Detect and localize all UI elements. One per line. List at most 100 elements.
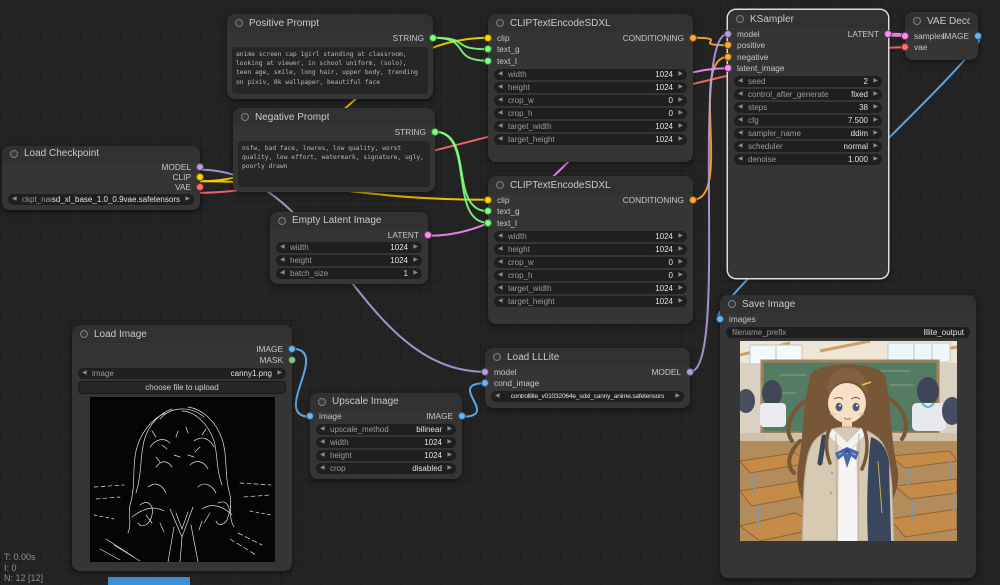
load_image-node[interactable]: Load Image IMAGE MASK ◀ image canny1.png ▶ choo… (72, 325, 296, 571)
cond_image-port[interactable] (481, 379, 489, 388)
node-graph-canvas[interactable]: Load CheckpointMODELCLIPVAE◀ckpt_namesd_… (0, 0, 1000, 585)
widget-decrement-icon[interactable]: ◀ (498, 108, 506, 119)
MODEL-port[interactable] (196, 162, 204, 171)
cfg-widget[interactable]: ◀ cfg 7.500 ▶ (734, 115, 882, 126)
denoise-widget[interactable]: ◀ denoise 1.000 ▶ (734, 154, 882, 165)
widget-decrement-icon[interactable]: ◀ (738, 102, 746, 113)
widget-increment-icon[interactable]: ▶ (675, 270, 683, 281)
target_width-widget[interactable]: ◀ target_width 1024 ▶ (494, 282, 687, 294)
widget-decrement-icon[interactable]: ◀ (498, 296, 506, 307)
upscale-node[interactable]: Upscale Image image IMAGE ◀ upscale_method bi… (306, 393, 466, 479)
height-widget[interactable]: ◀ height 1024 ▶ (316, 450, 456, 461)
collapse-dot-icon[interactable] (493, 353, 501, 361)
text_l-port[interactable] (484, 218, 492, 227)
clip_encode_2-node[interactable]: CLIPTextEncodeSDXL clip CONDITIONING text_g… (484, 176, 697, 324)
image-port[interactable] (306, 412, 314, 421)
empty_latent-node[interactable]: Empty Latent Image LATENT ◀ width 1024 ▶ ◀ heig… (270, 212, 432, 284)
positive-port[interactable] (724, 41, 732, 50)
height-widget[interactable]: ◀ height 1024 ▶ (276, 255, 422, 266)
widget-decrement-icon[interactable]: ◀ (498, 121, 506, 132)
widget-decrement-icon[interactable]: ◀ (498, 82, 506, 93)
widget-decrement-icon[interactable]: ◀ (320, 437, 328, 448)
widget-decrement-icon[interactable]: ◀ (738, 154, 746, 165)
MODEL-port[interactable] (686, 367, 694, 376)
control_after_generate-widget[interactable]: ◀ control_after_generate fixed ▶ (734, 89, 882, 100)
STRING-port[interactable] (431, 127, 439, 136)
model-port[interactable] (481, 367, 489, 376)
widget-increment-icon[interactable]: ▶ (675, 69, 683, 80)
widget-decrement-icon[interactable]: ◀ (738, 115, 746, 126)
widget-increment-icon[interactable]: ▶ (410, 255, 418, 266)
widget-increment-icon[interactable]: ▶ (675, 257, 683, 268)
widget-increment-icon[interactable]: ▶ (672, 391, 680, 402)
target_width-widget[interactable]: ◀ target_width 1024 ▶ (494, 120, 687, 132)
CONDITIONING-port[interactable] (689, 33, 697, 42)
collapse-dot-icon[interactable] (496, 181, 504, 189)
height-widget[interactable]: ◀ height 1024 ▶ (494, 81, 687, 93)
upload-button[interactable]: choose file to upload (78, 381, 286, 394)
widget-decrement-icon[interactable]: ◀ (498, 257, 506, 268)
negative-port[interactable] (724, 52, 732, 61)
widget-increment-icon[interactable]: ▶ (274, 368, 282, 379)
STRING-port[interactable] (429, 33, 437, 42)
collapse-dot-icon[interactable] (913, 17, 921, 25)
collapse-dot-icon[interactable] (235, 19, 243, 27)
collapse-dot-icon[interactable] (278, 216, 286, 225)
widget-increment-icon[interactable]: ▶ (870, 115, 878, 126)
widget-decrement-icon[interactable]: ◀ (738, 89, 746, 100)
crop_h-widget[interactable]: ◀ crop_h 0 ▶ (494, 269, 687, 281)
collapse-dot-icon[interactable] (496, 19, 504, 27)
widget-decrement-icon[interactable]: ◀ (82, 368, 90, 379)
latent_image-port[interactable] (724, 64, 732, 73)
IMAGE-port[interactable] (288, 344, 296, 353)
collapse-dot-icon[interactable] (736, 15, 744, 23)
crop-widget[interactable]: ◀ crop disabled ▶ (316, 463, 456, 474)
widget-increment-icon[interactable]: ▶ (444, 463, 452, 474)
sampler_name-widget[interactable]: ◀ sampler_name ddim ▶ (734, 128, 882, 139)
widget-decrement-icon[interactable]: ◀ (498, 231, 506, 242)
negative_prompt-node[interactable]: Negative Prompt STRING nsfw, bad face, low… (233, 108, 439, 192)
lllite-node[interactable]: Load LLLite model MODEL cond_image ◀ controll… (481, 348, 694, 408)
crop_h-widget[interactable]: ◀ crop_h 0 ▶ (494, 107, 687, 119)
widget-decrement-icon[interactable]: ◀ (280, 242, 288, 253)
image-widget[interactable]: ◀ image canny1.png ▶ (78, 368, 286, 379)
width-widget[interactable]: ◀ width 1024 ▶ (276, 242, 422, 253)
widget-decrement-icon[interactable]: ◀ (498, 244, 506, 255)
widget-increment-icon[interactable]: ▶ (870, 128, 878, 139)
widget-increment-icon[interactable]: ▶ (410, 268, 418, 279)
crop_w-widget[interactable]: ◀ crop_w 0 ▶ (494, 256, 687, 268)
IMAGE-port[interactable] (458, 412, 466, 421)
images-port[interactable] (716, 314, 724, 323)
width-widget[interactable]: ◀ width 1024 ▶ (494, 68, 687, 80)
widget-decrement-icon[interactable]: ◀ (498, 95, 506, 106)
widget-increment-icon[interactable]: ▶ (870, 89, 878, 100)
widget-increment-icon[interactable]: ▶ (675, 231, 683, 242)
widget-increment-icon[interactable]: ▶ (675, 283, 683, 294)
widget-increment-icon[interactable]: ▶ (675, 244, 683, 255)
target_height-widget[interactable]: ◀ target_height 1024 ▶ (494, 133, 687, 145)
LATENT-port[interactable] (424, 230, 432, 239)
widget-decrement-icon[interactable]: ◀ (738, 128, 746, 139)
filename_prefix-widget[interactable]: filename_prefix lllite_output (726, 326, 970, 338)
widget-decrement-icon[interactable]: ◀ (280, 268, 288, 279)
text_g-port[interactable] (484, 45, 492, 54)
samples-port[interactable] (901, 31, 909, 40)
vae-port[interactable] (901, 43, 909, 52)
collapse-dot-icon[interactable] (10, 149, 18, 158)
width-widget[interactable]: ◀ width 1024 ▶ (316, 437, 456, 448)
clip_encode_1-node[interactable]: CLIPTextEncodeSDXL clip CONDITIONING text_g… (484, 14, 697, 162)
widget-increment-icon[interactable]: ▶ (870, 102, 878, 113)
widget-decrement-icon[interactable]: ◀ (320, 463, 328, 474)
clip-port[interactable] (484, 195, 492, 204)
widget-decrement-icon[interactable]: ◀ (498, 270, 506, 281)
widget-increment-icon[interactable]: ▶ (675, 296, 683, 307)
widget-decrement-icon[interactable]: ◀ (498, 283, 506, 294)
collapse-dot-icon[interactable] (80, 330, 88, 338)
collapse-dot-icon[interactable] (728, 300, 736, 308)
model-file-widget[interactable]: ◀ controlllite_v01032064e_sdxl_canny_anim… (491, 391, 684, 402)
widget-increment-icon[interactable]: ▶ (675, 82, 683, 93)
widget-decrement-icon[interactable]: ◀ (495, 391, 503, 402)
text_l-port[interactable] (484, 56, 492, 65)
VAE-port[interactable] (196, 182, 204, 191)
LATENT-port[interactable] (884, 29, 892, 38)
